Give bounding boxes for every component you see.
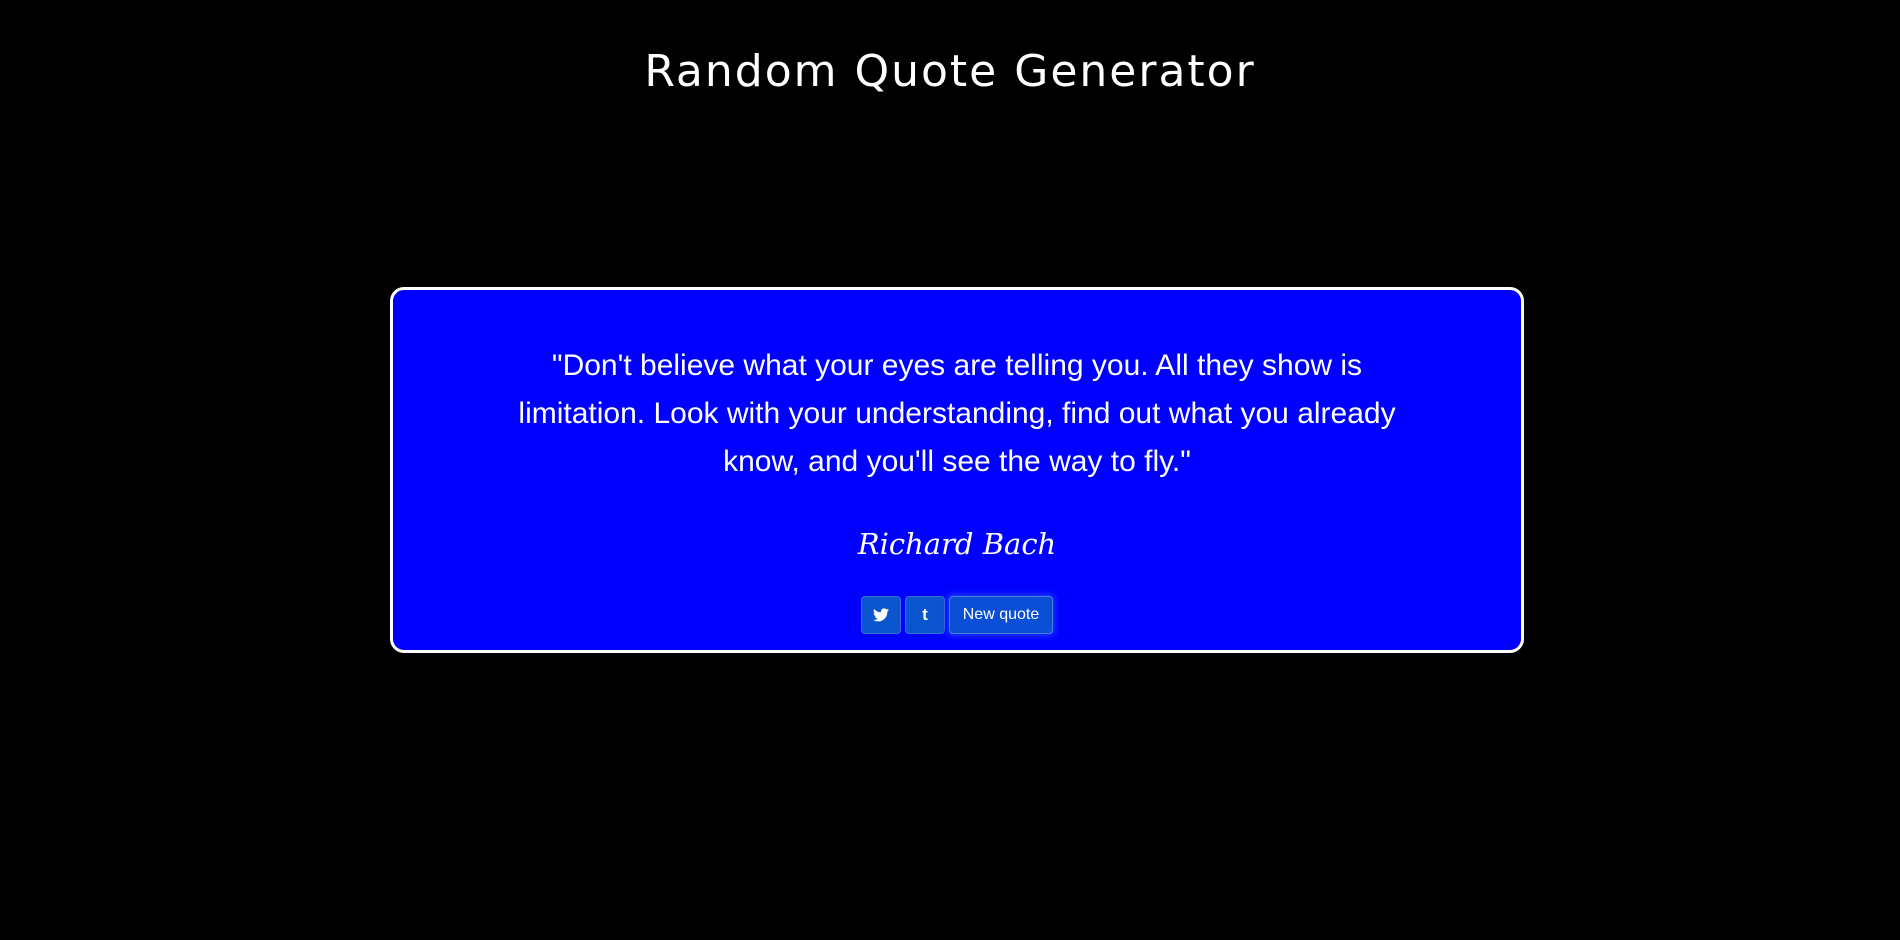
new-quote-button[interactable]: New quote (949, 596, 1053, 634)
page-title: Random Quote Generator (644, 46, 1256, 97)
action-buttons: t New quote (393, 596, 1521, 634)
twitter-icon (873, 608, 889, 622)
tumblr-icon: t (922, 605, 928, 624)
quote-text: "Don't believe what your eyes are tellin… (518, 349, 1396, 478)
tweet-button[interactable] (861, 596, 901, 634)
tumblr-button[interactable]: t (905, 596, 945, 634)
quote-card: "Don't believe what your eyes are tellin… (390, 287, 1524, 653)
quote-author: Richard Bach (857, 527, 1057, 561)
